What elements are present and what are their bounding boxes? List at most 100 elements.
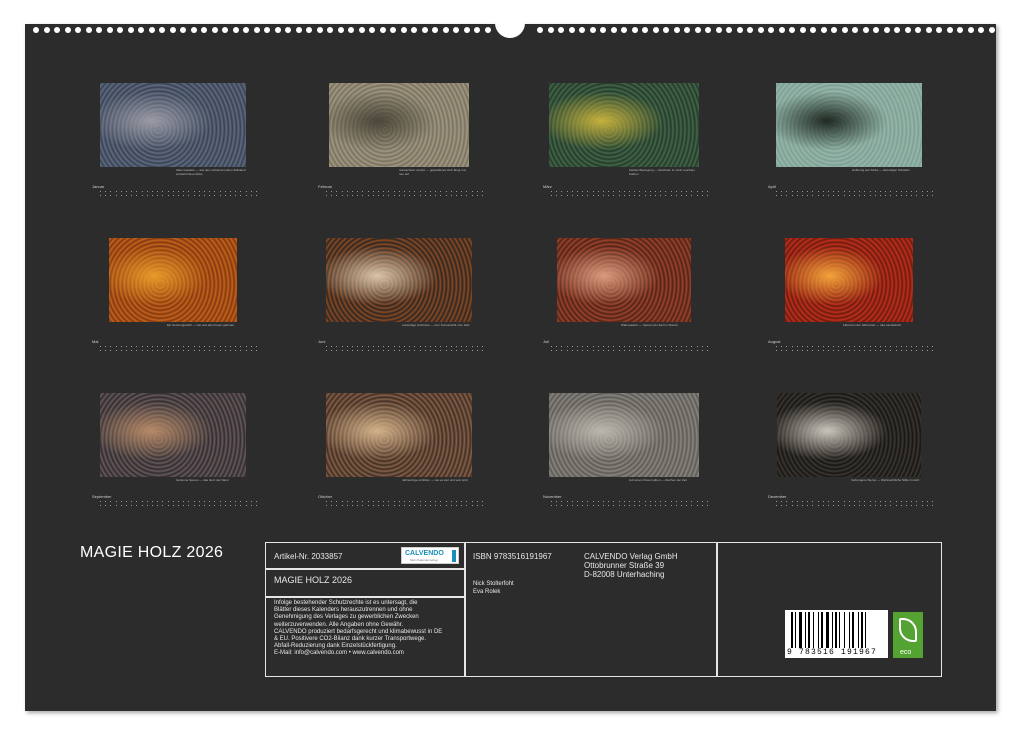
- binding-hole: [170, 27, 176, 33]
- day-grid: [768, 501, 933, 513]
- binding-hole: [317, 27, 323, 33]
- month-5: Ein Sonnengesicht — wie aus dem Feuer ge…: [92, 238, 272, 358]
- binding-hole: [443, 27, 449, 33]
- eco-label: eco: [900, 649, 911, 656]
- binding-hole: [548, 27, 554, 33]
- day-grid: [543, 346, 708, 358]
- month-name: April: [768, 184, 776, 189]
- binding-hole: [978, 27, 984, 33]
- binding-hole: [968, 27, 974, 33]
- binding-hole: [716, 27, 722, 33]
- author-name: Nick Stolterfoht: [473, 581, 514, 589]
- publisher-line: D-82008 Unterhaching: [584, 570, 678, 579]
- day-grid: [318, 191, 483, 203]
- binding-hole: [75, 27, 81, 33]
- binding-hole: [275, 27, 281, 33]
- binding-hole: [831, 27, 837, 33]
- binding-hole: [359, 27, 365, 33]
- binding-hole: [852, 27, 858, 33]
- binding-hole: [422, 27, 428, 33]
- divider: [464, 543, 466, 676]
- legal-line: Abfall-Reduzierung dank Einzelstückferti…: [274, 643, 462, 650]
- day-grid: [768, 191, 933, 203]
- binding-hole: [191, 27, 197, 33]
- binding-hole: [233, 27, 239, 33]
- binding-hole: [306, 27, 312, 33]
- binding-hole: [65, 27, 71, 33]
- logo-tagline: Mein Kalenderverlag: [410, 558, 438, 562]
- binding-hole: [44, 27, 50, 33]
- binding-hole: [894, 27, 900, 33]
- binding-hole: [558, 27, 564, 33]
- binding-hole: [779, 27, 785, 33]
- month-photo: [549, 393, 699, 477]
- binding-hole: [621, 27, 627, 33]
- barcode-number: 9 783516 191967: [787, 648, 877, 657]
- divider: [266, 568, 464, 570]
- binding-hole: [611, 27, 617, 33]
- binding-hole: [117, 27, 123, 33]
- month-name: November: [543, 494, 561, 499]
- binding-hole: [327, 27, 333, 33]
- binding-hole: [149, 27, 155, 33]
- publisher-line: CALVENDO Verlag GmbH: [584, 552, 678, 561]
- binding-hole: [957, 27, 963, 33]
- month-photo: [109, 238, 237, 322]
- legal-line: Infolge bestehender Schutzrechte ist es …: [274, 600, 462, 607]
- binding-hole: [432, 27, 438, 33]
- barcode-bars: [791, 612, 883, 648]
- binding-hole: [642, 27, 648, 33]
- month-7: Wärmeadern — Spuren der Zeit im Stamm Jul…: [543, 238, 723, 358]
- month-name: Juli: [543, 339, 549, 344]
- month-9: Geheime Spuren — das Herz der NaturSepte…: [92, 393, 272, 513]
- month-photo: [326, 393, 472, 477]
- binding-hole: [905, 27, 911, 33]
- month-name: März: [543, 184, 552, 189]
- binding-hole: [800, 27, 806, 33]
- binding-hole: [348, 27, 354, 33]
- month-name: Januar: [92, 184, 104, 189]
- photo-caption: Geheime Spuren — das Herz der Natur: [176, 479, 246, 483]
- month-photo: [329, 83, 469, 167]
- binding-hole: [254, 27, 260, 33]
- month-3: Sanfter Bewegung — Reichtum im Holz, leu…: [543, 83, 723, 203]
- month-name: Oktober: [318, 494, 332, 499]
- binding-hole: [663, 27, 669, 33]
- month-name: Februar: [318, 184, 332, 189]
- binding-hole: [411, 27, 417, 33]
- logo-mark: [452, 550, 456, 562]
- day-grid: [768, 346, 933, 358]
- month-photo: [100, 83, 246, 167]
- month-photo: [785, 238, 913, 322]
- legal-text: Infolge bestehender Schutzrechte ist es …: [274, 600, 462, 658]
- binding-hole: [579, 27, 585, 33]
- day-grid: [92, 346, 257, 358]
- day-grid: [92, 501, 257, 513]
- binding-hole: [222, 27, 228, 33]
- binding-hole: [107, 27, 113, 33]
- divider: [266, 596, 464, 598]
- binding-hole: [726, 27, 732, 33]
- month-name: Dezember: [768, 494, 786, 499]
- isbn: ISBN 9783516191967: [473, 552, 552, 561]
- month-photo: [100, 393, 246, 477]
- binding-hole: [285, 27, 291, 33]
- month-12: Verborgene Sterne — Weihnachtliche Still…: [768, 393, 948, 513]
- month-name: Juni: [318, 339, 325, 344]
- binding-hole: [485, 27, 491, 33]
- month-photo: [777, 393, 921, 477]
- photo-caption: Flammen der Jahreszeit — rote Landschaft: [843, 324, 913, 328]
- month-4: Hoffnung aus Farbe — lebendiger Schatten…: [768, 83, 948, 203]
- photo-caption: Wärmeadern — Spuren der Zeit im Stamm: [621, 324, 691, 328]
- photo-caption: Verborgene Sterne — Weihnachtliche Still…: [851, 479, 921, 483]
- day-grid: [92, 191, 257, 203]
- legal-line: & EU. Positivere CO2-Bilanz dank kurzer …: [274, 636, 462, 643]
- binding-hole: [600, 27, 606, 33]
- binding-hole: [96, 27, 102, 33]
- binding-hole: [842, 27, 848, 33]
- binding-hole: [138, 27, 144, 33]
- authors: Nick Stolterfoht Eva Rolek: [473, 581, 514, 596]
- photo-caption: Jahresringe erzählen — wie es war und se…: [402, 479, 472, 483]
- binding-hole: [569, 27, 575, 33]
- binding-hole: [863, 27, 869, 33]
